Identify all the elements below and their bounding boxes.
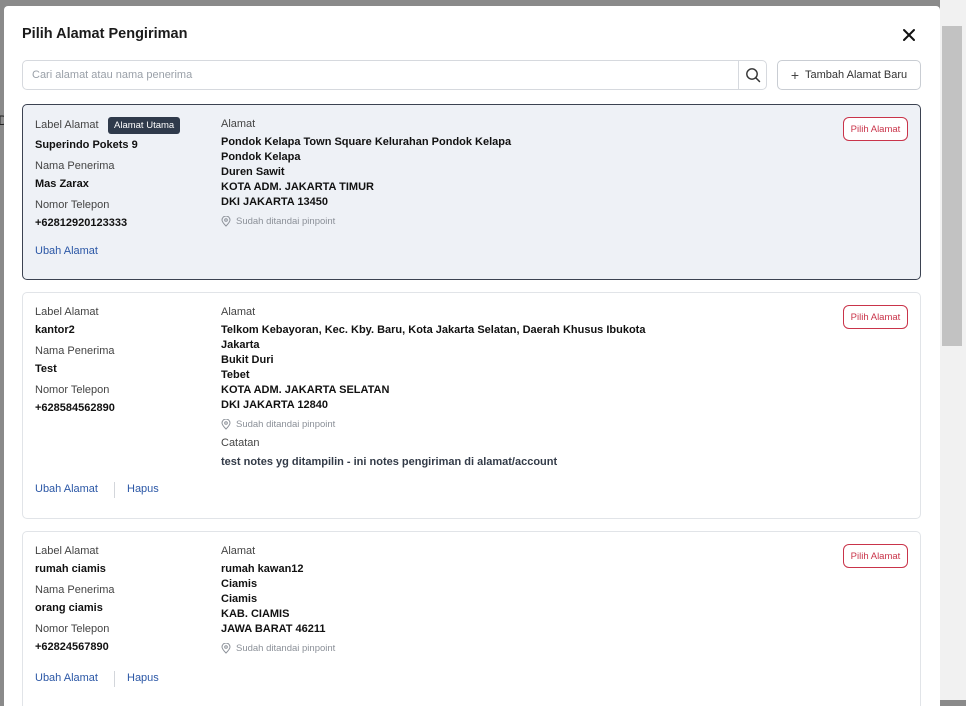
- address-line: DKI JAKARTA 12840: [221, 399, 328, 411]
- pinpoint-status: Sudah ditandai pinpoint: [221, 216, 335, 227]
- recipient-value: orang ciamis: [35, 602, 103, 614]
- phone-value: +62812920123333: [35, 217, 128, 229]
- recipient-title: Nama Penerima: [35, 584, 115, 596]
- address-line: KOTA ADM. JAKARTA SELATAN: [221, 384, 390, 396]
- phone-value: +628584562890: [35, 402, 115, 414]
- link-divider: [114, 671, 115, 687]
- plus-icon: +: [790, 67, 800, 83]
- search-input[interactable]: [23, 61, 756, 89]
- recipient-title: Nama Penerima: [35, 160, 115, 172]
- address-card[interactable]: Label Alamat rumah ciamis Nama Penerima …: [22, 531, 921, 706]
- address-line: JAWA BARAT 46211: [221, 623, 326, 635]
- label-value: kantor2: [35, 324, 75, 336]
- page-scrollbar[interactable]: [940, 0, 966, 700]
- notes-title: Catatan: [221, 437, 260, 449]
- address-title: Alamat: [221, 118, 256, 130]
- label-title: Label Alamat: [35, 545, 99, 557]
- address-line: DKI JAKARTA 13450: [221, 196, 328, 208]
- notes-value: test notes yg ditampilin - ini notes pen…: [221, 456, 558, 468]
- pick-address-button[interactable]: Pilih Alamat: [843, 117, 908, 141]
- label-title: Label Alamat: [35, 119, 99, 131]
- address-line: Bukit Duri: [221, 354, 274, 366]
- address-modal: Pilih Alamat Pengiriman + Tambah Alamat …: [4, 6, 940, 706]
- address-card[interactable]: Label Alamat Alamat Utama Superindo Poke…: [22, 104, 921, 280]
- address-line: rumah kawan12: [221, 563, 304, 575]
- location-pin-icon: [221, 419, 231, 430]
- delete-address-link[interactable]: Hapus: [127, 483, 159, 495]
- recipient-value: Test: [35, 363, 57, 375]
- address-line: Jakarta: [221, 339, 260, 351]
- recipient-title: Nama Penerima: [35, 345, 115, 357]
- location-pin-icon: [221, 643, 231, 654]
- pinpoint-text: Sudah ditandai pinpoint: [236, 216, 336, 227]
- pick-address-button[interactable]: Pilih Alamat: [843, 305, 908, 329]
- address-line: Pondok Kelapa Town Square Kelurahan Pond…: [221, 136, 512, 148]
- address-line: Pondok Kelapa: [221, 151, 301, 163]
- address-line: Tebet: [221, 369, 250, 381]
- address-line: KAB. CIAMIS: [221, 608, 290, 620]
- pinpoint-text: Sudah ditandai pinpoint: [236, 419, 336, 430]
- pinpoint-status: Sudah ditandai pinpoint: [221, 643, 335, 654]
- modal-title: Pilih Alamat Pengiriman: [22, 26, 188, 42]
- edit-address-link[interactable]: Ubah Alamat: [35, 672, 98, 684]
- edit-address-link[interactable]: Ubah Alamat: [35, 245, 98, 257]
- location-pin-icon: [221, 216, 231, 227]
- address-line: Duren Sawit: [221, 166, 285, 178]
- scrollbar-thumb[interactable]: [942, 26, 962, 346]
- address-line: KOTA ADM. JAKARTA TIMUR: [221, 181, 374, 193]
- label-title: Label Alamat: [35, 306, 99, 318]
- search-divider: [738, 61, 739, 89]
- close-icon[interactable]: [900, 26, 918, 44]
- search-icon[interactable]: [745, 67, 761, 83]
- recipient-value: Mas Zarax: [35, 178, 89, 190]
- address-line: Telkom Kebayoran, Kec. Kby. Baru, Kota J…: [221, 324, 646, 336]
- address-title: Alamat: [221, 545, 256, 557]
- pick-address-button[interactable]: Pilih Alamat: [843, 544, 908, 568]
- primary-badge: Alamat Utama: [108, 117, 181, 134]
- phone-title: Nomor Telepon: [35, 623, 110, 635]
- address-line: Ciamis: [221, 578, 258, 590]
- delete-address-link[interactable]: Hapus: [127, 672, 159, 684]
- address-line: Ciamis: [221, 593, 258, 605]
- pinpoint-text: Sudah ditandai pinpoint: [236, 643, 336, 654]
- add-address-button[interactable]: + Tambah Alamat Baru: [777, 60, 921, 90]
- address-title: Alamat: [221, 306, 256, 318]
- phone-title: Nomor Telepon: [35, 199, 110, 211]
- add-address-label: Tambah Alamat Baru: [805, 69, 908, 81]
- phone-title: Nomor Telepon: [35, 384, 110, 396]
- address-card[interactable]: Label Alamat kantor2 Nama Penerima Test …: [22, 292, 921, 519]
- label-value: rumah ciamis: [35, 563, 106, 575]
- link-divider: [114, 482, 115, 498]
- phone-value: +62824567890: [35, 641, 109, 653]
- search-bar: [22, 60, 767, 90]
- edit-address-link[interactable]: Ubah Alamat: [35, 483, 98, 495]
- label-value: Superindo Pokets 9: [35, 139, 138, 151]
- pinpoint-status: Sudah ditandai pinpoint: [221, 419, 335, 430]
